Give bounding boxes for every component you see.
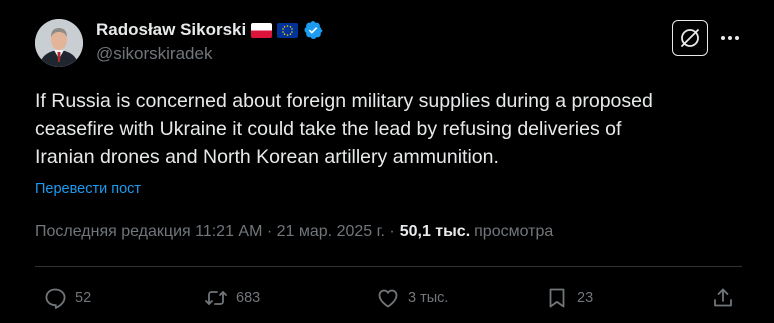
repost-count: 683 [236,290,261,306]
repost-button[interactable]: 683 [204,280,260,316]
grok-button[interactable] [672,20,708,56]
repost-icon [205,291,227,305]
more-button[interactable] [718,28,742,48]
author-handle[interactable]: @sikorskiradek [96,44,323,64]
more-icon [721,36,739,40]
tweet-meta: Последняя редакция 11:21 AM · 21 мар. 20… [35,223,553,241]
reply-button[interactable]: 52 [43,280,91,316]
views-count: 50,1 тыс. [399,223,471,240]
author-block: Radosław Sikorski @sikorskiradek [96,19,323,64]
eu-flag-icon [277,22,299,38]
tweet-card: Radosław Sikorski @sikorskiradek If Russ… [0,0,774,323]
share-icon [714,288,732,307]
tweet-text-line: If Russia is concerned about foreign mil… [35,90,653,112]
heart-icon [378,289,398,308]
translate-post-link[interactable]: Перевести пост [35,181,141,197]
bookmark-button[interactable]: 23 [545,280,593,316]
like-button[interactable]: 3 тыс. [376,280,448,316]
share-button[interactable] [711,280,735,316]
action-bar: 52 683 3 тыс. 23 [0,280,774,316]
reply-icon [45,288,66,309]
tweet-text-line: Iranian drones and North Korean artiller… [35,146,499,168]
avatar[interactable] [35,19,83,67]
poland-flag-icon [251,22,273,38]
bookmark-count: 23 [577,290,594,306]
views-label: просмотра [474,223,554,240]
display-name[interactable]: Radosław Sikorski [96,20,246,40]
edited-timestamp[interactable]: Последняя редакция 11:21 AM · 21 мар. 20… [35,223,395,241]
tweet-text-line: ceasefire with Ukraine it could take the… [35,118,622,140]
reply-count: 52 [75,290,92,306]
like-count: 3 тыс. [408,290,449,306]
verified-badge-icon[interactable] [303,20,323,40]
author-name-row: Radosław Sikorski [96,19,323,41]
divider [35,266,742,267]
grok-icon [681,29,699,47]
bookmark-icon [549,288,565,308]
tweet-text: If Russia is concerned about foreign mil… [35,87,747,171]
